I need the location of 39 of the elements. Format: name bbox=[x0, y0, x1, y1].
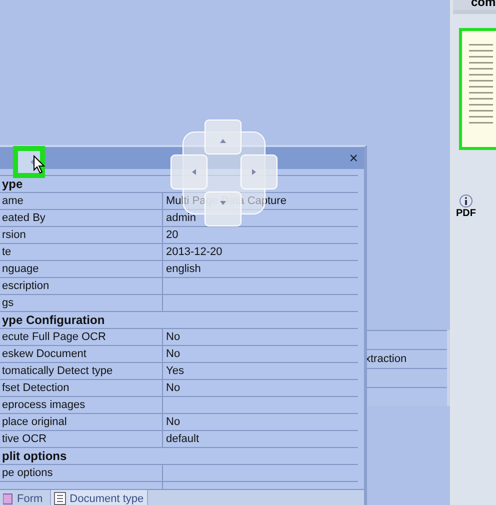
info-icon bbox=[459, 194, 473, 208]
dock-left-icon[interactable] bbox=[13, 146, 45, 178]
property-value[interactable]: No bbox=[163, 346, 358, 362]
property-name: eskew Document bbox=[0, 346, 163, 362]
document-icon bbox=[54, 492, 66, 505]
category-header[interactable]: ype bbox=[0, 177, 23, 191]
property-name: ecute Full Page OCR bbox=[0, 329, 163, 345]
form-icon bbox=[3, 492, 13, 504]
property-name: pe options bbox=[0, 465, 163, 481]
close-button[interactable]: × bbox=[343, 150, 364, 166]
property-name: nguage bbox=[0, 261, 163, 277]
property-name: tive OCR bbox=[0, 431, 163, 447]
table-cell: xtraction bbox=[365, 353, 407, 365]
property-value[interactable]: default bbox=[163, 431, 358, 447]
tab[interactable]: Form bbox=[0, 490, 46, 505]
property-value[interactable]: No bbox=[163, 329, 358, 345]
mouse-pointer-icon bbox=[33, 155, 45, 174]
property-name: fset Detection bbox=[0, 380, 163, 396]
property-value[interactable]: english bbox=[163, 261, 358, 277]
category-header[interactable]: plit options bbox=[0, 449, 67, 463]
property-value[interactable]: 2013-12-20 bbox=[163, 244, 358, 260]
property-value[interactable]: Yes bbox=[163, 363, 358, 379]
property-name: ame bbox=[0, 193, 163, 209]
property-name: place original bbox=[0, 414, 163, 430]
property-name: gs bbox=[0, 295, 163, 311]
document-thumbnail[interactable] bbox=[459, 28, 496, 150]
property-name: rsion bbox=[0, 227, 163, 243]
property-value[interactable]: No bbox=[163, 414, 358, 430]
property-name: te bbox=[0, 244, 163, 260]
property-name: eprocess images bbox=[0, 397, 163, 413]
property-value[interactable]: 20 bbox=[163, 227, 358, 243]
tab[interactable]: Document type bbox=[50, 490, 148, 505]
property-name: tomatically Detect type bbox=[0, 363, 163, 379]
property-name: escription bbox=[0, 278, 163, 294]
property-name: eated By bbox=[0, 210, 163, 226]
property-value[interactable]: No bbox=[163, 380, 358, 396]
category-header[interactable]: ype Configuration bbox=[0, 313, 105, 327]
file-type-label: PDF bbox=[456, 208, 476, 219]
property-value[interactable]: admin bbox=[163, 210, 358, 226]
